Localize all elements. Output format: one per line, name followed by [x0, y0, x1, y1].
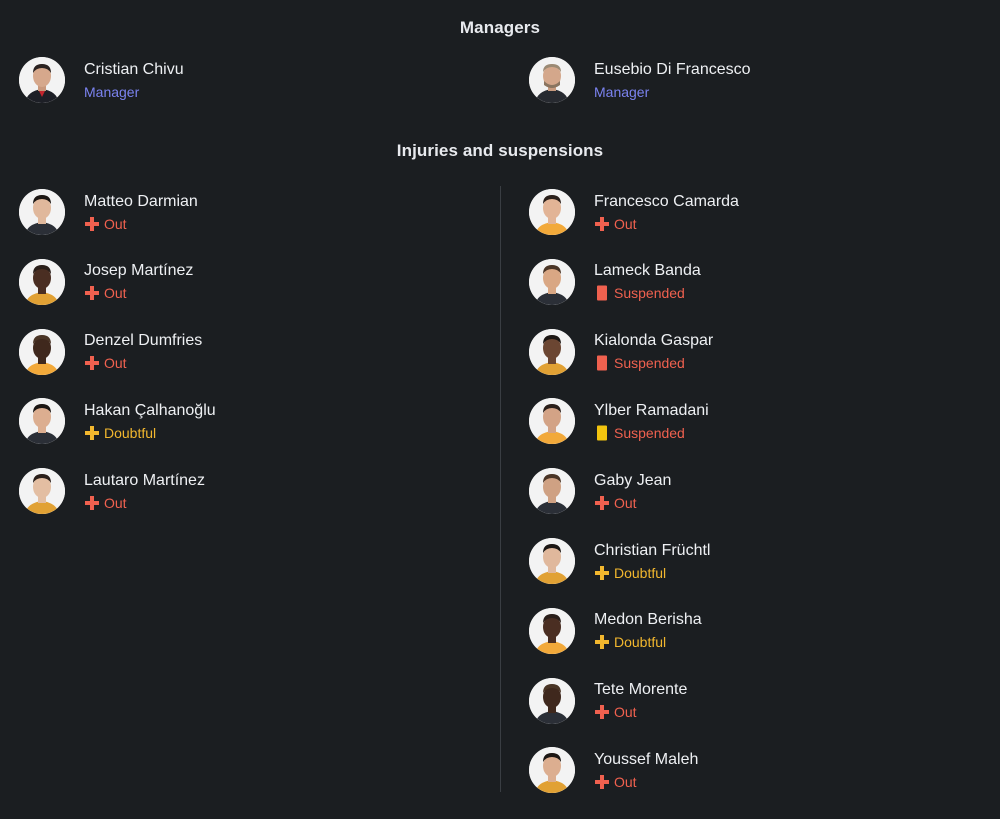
yellow-cross-icon: [594, 634, 614, 650]
player-status: Out: [84, 494, 205, 512]
player-name: Youssef Maleh: [594, 750, 699, 768]
player-row[interactable]: Tete Morente Out: [529, 677, 687, 725]
player-name: Tete Morente: [594, 681, 688, 699]
avatar[interactable]: [19, 328, 65, 375]
player-status: Out: [594, 703, 687, 721]
status-label: Out: [614, 494, 637, 511]
status-label: Suspended: [614, 424, 685, 441]
player-name: Gaby Jean: [594, 471, 672, 489]
player-row[interactable]: Francesco Camarda Out: [529, 188, 739, 236]
player-status: Doubtful: [594, 564, 710, 582]
avatar[interactable]: [19, 398, 65, 445]
avatar[interactable]: [19, 189, 65, 235]
status-label: Doubtful: [104, 424, 157, 441]
status-label: Out: [104, 215, 127, 232]
yellow-cross-icon: [594, 565, 614, 581]
avatar[interactable]: [19, 468, 65, 515]
red-cross-icon: [84, 216, 104, 232]
status-label: Out: [614, 704, 637, 721]
yellow-cross-icon: [84, 425, 104, 441]
player-row[interactable]: Youssef Maleh Out: [529, 746, 698, 794]
status-label: Doubtful: [614, 634, 667, 651]
red-cross-icon: [594, 704, 614, 720]
status-label: Suspended: [614, 355, 685, 372]
red-cross-icon: [84, 495, 104, 511]
player-row[interactable]: Medon Berisha Doubtful: [529, 607, 702, 655]
avatar[interactable]: [529, 328, 575, 375]
player-name: Christian Früchtl: [594, 541, 711, 559]
player-status: Doubtful: [594, 633, 702, 651]
manager-name: Eusebio Di Francesco: [594, 60, 751, 78]
player-name: Hakan Çalhanoğlu: [84, 401, 216, 419]
yellow-card-icon: [594, 425, 614, 441]
avatar[interactable]: [529, 677, 575, 724]
red-cross-icon: [594, 774, 614, 790]
status-label: Doubtful: [614, 564, 667, 581]
injuries-title: Injuries and suspensions: [396, 141, 604, 160]
player-status: Out: [84, 284, 193, 302]
status-label: Out: [104, 494, 127, 511]
player-name: Medon Berisha: [594, 611, 702, 629]
player-row[interactable]: Lautaro Martínez Out: [19, 467, 205, 515]
avatar[interactable]: [529, 747, 575, 794]
player-status: Suspended: [594, 284, 701, 302]
player-name: Matteo Darmian: [84, 192, 198, 210]
player-name: Denzel Dumfries: [84, 332, 203, 350]
manager-role: Manager: [594, 83, 650, 100]
status-label: Out: [104, 355, 127, 372]
avatar[interactable]: [529, 468, 575, 515]
player-name: Lautaro Martínez: [84, 471, 205, 489]
player-name: Ylber Ramadani: [594, 401, 709, 419]
status-label: Out: [614, 215, 637, 232]
status-label: Out: [614, 773, 637, 790]
manager-row[interactable]: Eusebio Di Francesco Manager: [529, 56, 751, 104]
player-status: Doubtful: [84, 424, 216, 442]
red-cross-icon: [594, 216, 614, 232]
avatar[interactable]: [19, 258, 65, 305]
status-label: Out: [104, 285, 127, 302]
red-cross-icon: [84, 355, 104, 371]
player-name: Josep Martínez: [84, 262, 194, 280]
player-row[interactable]: Josep Martínez Out: [19, 258, 193, 306]
player-status: Out: [84, 354, 202, 372]
status-label: Suspended: [614, 285, 685, 302]
red-cross-icon: [84, 285, 104, 301]
red-card-icon: [594, 355, 614, 371]
column-divider: [500, 186, 501, 792]
player-status: Out: [594, 215, 739, 233]
manager-row[interactable]: Cristian Chivu Manager: [19, 56, 184, 104]
player-row[interactable]: Hakan Çalhanoğlu Doubtful: [19, 397, 216, 445]
player-status: Suspended: [594, 354, 713, 372]
player-row[interactable]: Matteo Darmian Out: [19, 188, 198, 236]
red-cross-icon: [594, 495, 614, 511]
player-name: Lameck Banda: [594, 262, 701, 280]
avatar[interactable]: [529, 258, 575, 305]
avatar[interactable]: [529, 607, 575, 654]
player-row[interactable]: Ylber Ramadani Suspended: [529, 397, 709, 445]
manager-name: Cristian Chivu: [84, 60, 184, 78]
player-row[interactable]: Gaby Jean Out: [529, 467, 671, 515]
player-row[interactable]: Christian Früchtl Doubtful: [529, 537, 710, 585]
avatar[interactable]: [529, 57, 575, 103]
avatar[interactable]: [529, 189, 575, 235]
player-name: Francesco Camarda: [594, 192, 739, 210]
avatar[interactable]: [529, 538, 575, 584]
manager-role: Manager: [84, 83, 140, 100]
player-name: Kialonda Gaspar: [594, 332, 714, 350]
avatar[interactable]: [19, 57, 65, 103]
player-status: Out: [594, 773, 698, 791]
player-status: Out: [594, 494, 671, 512]
avatar[interactable]: [529, 398, 575, 445]
player-status: Out: [84, 215, 198, 233]
red-card-icon: [594, 285, 614, 301]
player-row[interactable]: Denzel Dumfries Out: [19, 328, 202, 376]
managers-title: Managers: [459, 18, 541, 37]
player-status: Suspended: [594, 424, 709, 442]
player-row[interactable]: Lameck Banda Suspended: [529, 258, 701, 306]
player-row[interactable]: Kialonda Gaspar Suspended: [529, 328, 713, 376]
